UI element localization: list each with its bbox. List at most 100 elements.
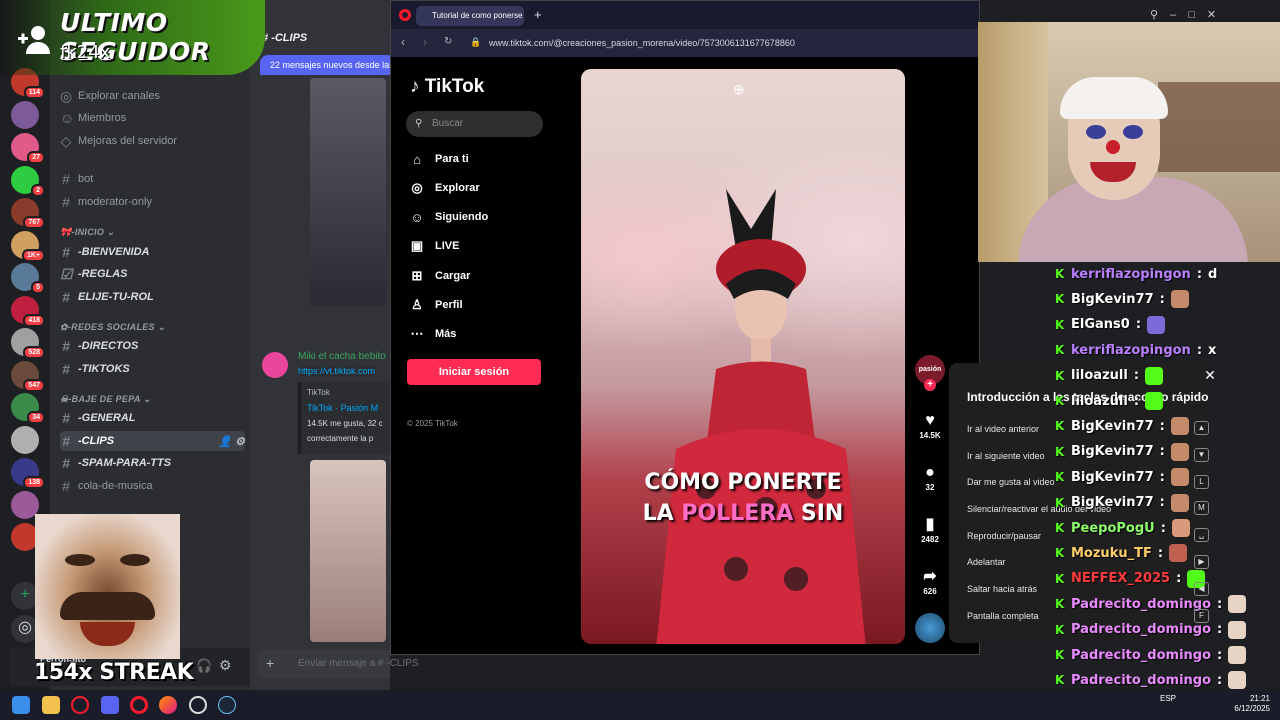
channel-clips[interactable]: # -CLIPS 👤 ⚙ (60, 431, 245, 451)
zoom-icon[interactable]: ⊕ (733, 81, 745, 98)
channel-moderator[interactable]: # moderator-only (60, 192, 245, 212)
steam-icon[interactable] (218, 696, 236, 714)
comment-button[interactable]: ● 32 (913, 463, 947, 492)
opera-icon[interactable] (130, 696, 148, 714)
search-icon[interactable]: ⚲ (1150, 9, 1170, 21)
chat-username[interactable]: BigKevin77 (1071, 495, 1154, 510)
compass-icon: ◎ (60, 87, 73, 104)
server-icon[interactable]: 547 (11, 360, 45, 392)
settings-icon[interactable]: ⚙ (219, 657, 232, 674)
chat-username[interactable]: BigKevin77 (1071, 292, 1154, 307)
login-button[interactable]: Iniciar sesión (407, 359, 541, 385)
new-tab-icon[interactable]: + (534, 7, 542, 22)
keyboard-language[interactable]: ESP (1160, 694, 1176, 704)
search-input[interactable]: ⚲ Buscar (406, 111, 543, 137)
chat-username[interactable]: BigKevin77 (1071, 419, 1154, 434)
category-inicio[interactable]: 🎀-INICIO ⌄ (60, 227, 115, 238)
channel-directos[interactable]: # -DIRECTOS (60, 336, 245, 356)
video-player[interactable]: ⊕ CÓMO PONERTE LA POLLERA SIN (581, 69, 905, 644)
category-pepa[interactable]: ☠-BAJE DE PEPA ⌄ (60, 394, 151, 405)
file-explorer-icon[interactable] (42, 696, 60, 714)
chat-username[interactable]: PeepoPogU (1071, 521, 1155, 536)
chat-username[interactable]: Padrecito_domingo (1071, 648, 1211, 663)
server-icon[interactable]: 767 (11, 198, 45, 229)
opera-gx-icon[interactable] (71, 696, 89, 714)
nav-para-ti[interactable]: ⌂ Para ti (409, 148, 469, 170)
like-button[interactable]: ♥ 14.5K (913, 411, 947, 440)
chat-username[interactable]: NEFFEX_2025 (1071, 571, 1170, 586)
chat-username[interactable]: liloazull (1071, 394, 1128, 409)
nav-siguiendo[interactable]: ☺ Siguiendo (409, 206, 488, 228)
message-link[interactable]: https://vt.tiktok.com (298, 366, 376, 376)
channel-roles[interactable]: # ELIJE-TU-ROL (60, 287, 245, 307)
server-icon[interactable]: 34 (11, 393, 45, 424)
close-icon[interactable]: ✕ (1196, 367, 1224, 387)
tiktok-logo[interactable]: ♪ TikTok (410, 76, 484, 98)
server-icon[interactable]: 1K+ (11, 230, 45, 262)
headphones-icon[interactable]: 🎧 (196, 658, 212, 674)
chat-username[interactable]: kerriflazopingon (1071, 267, 1191, 282)
reload-icon[interactable]: ↻ (444, 36, 452, 47)
windows-start-icon[interactable] (12, 696, 30, 714)
server-icon[interactable]: 418 (11, 295, 45, 327)
channel-music[interactable]: # cola-de-musica (60, 476, 245, 496)
nav-cargar[interactable]: ⊞ Cargar (409, 265, 471, 287)
chat-username[interactable]: BigKevin77 (1071, 470, 1154, 485)
channel-members[interactable]: ☺ Miembros (60, 108, 245, 128)
chat-username[interactable]: liloazull (1071, 368, 1128, 383)
nav-explorar[interactable]: ◎ Explorar (409, 177, 479, 199)
chat-username[interactable]: BigKevin77 (1071, 444, 1154, 459)
server-icon[interactable]: 138 (11, 458, 45, 489)
music-disc[interactable] (915, 613, 945, 643)
channel-reglas[interactable]: ☑ -REGLAS (60, 264, 245, 284)
channel-spam[interactable]: # -SPAM-PARA-TTS (60, 453, 245, 473)
add-attachment-icon[interactable]: + (266, 655, 274, 671)
share-button[interactable]: ➦ 626 (913, 567, 947, 596)
channel-explore[interactable]: ◎ Explorar canales (60, 86, 245, 106)
chat-username[interactable]: Padrecito_domingo (1071, 673, 1211, 688)
chat-username[interactable]: ElGans0 (1071, 317, 1130, 332)
maximize-icon[interactable]: □ (1188, 9, 1207, 21)
channel-bot[interactable]: # bot (60, 169, 245, 189)
server-icon[interactable]: 5 (11, 263, 45, 294)
server-icon[interactable] (11, 425, 39, 454)
channel-tiktoks[interactable]: # -TIKTOKS (60, 359, 245, 379)
category-redes[interactable]: ✿-REDES SOCIALES ⌄ (60, 322, 166, 333)
browser-tab[interactable]: Tutorial de como ponerse (416, 6, 524, 26)
settings-icon[interactable]: 👤 ⚙ (218, 435, 245, 448)
server-icon[interactable]: 528 (11, 328, 45, 359)
channel-general[interactable]: # -GENERAL (60, 408, 245, 428)
avatar[interactable] (262, 352, 288, 378)
embed-title[interactable]: TikTok · Pasión M (307, 403, 384, 413)
firefox-icon[interactable] (159, 696, 177, 714)
message-author[interactable]: Miki el cacha bebito (298, 351, 386, 362)
chat-username[interactable]: Padrecito_domingo (1071, 622, 1211, 637)
channel-bienvenida[interactable]: # -BIENVENIDA (60, 242, 245, 262)
nav-perfil[interactable]: ♙ Perfil (409, 294, 462, 316)
close-icon[interactable]: ✕ (1207, 9, 1228, 21)
nav-live[interactable]: ▣ LIVE (409, 235, 460, 257)
message-input[interactable]: + Enviar mensaje a # -CLIPS (258, 650, 419, 678)
new-messages-banner[interactable]: 22 mensajes nuevos desde las (260, 55, 395, 75)
server-icon[interactable]: 27 (11, 133, 45, 164)
server-icon[interactable] (11, 100, 39, 129)
window-controls[interactable]: ⚲–□✕ (1150, 8, 1228, 21)
opera-icon[interactable] (399, 9, 411, 21)
discord-icon[interactable] (101, 696, 119, 714)
creator-avatar[interactable]: pasión + (913, 355, 947, 391)
channel-boosts[interactable]: ◇ Mejoras del servidor (60, 131, 245, 151)
clip-thumbnail[interactable] (310, 78, 386, 306)
server-icon[interactable]: 2 (11, 165, 45, 197)
save-button[interactable]: ▮ 2482 (913, 515, 947, 544)
nav-mas[interactable]: ⋯ Más (409, 323, 457, 345)
minimize-icon[interactable]: – (1170, 9, 1188, 21)
obs-icon[interactable] (189, 696, 207, 714)
chat-username[interactable]: kerriflazopingon (1071, 343, 1191, 358)
clock[interactable]: 21:21 6/12/2025 (1232, 694, 1270, 714)
chat-username[interactable]: Padrecito_domingo (1071, 597, 1211, 612)
url-field[interactable]: www.tiktok.com/@creaciones_pasion_morena… (489, 38, 795, 48)
forward-icon[interactable]: › (423, 35, 427, 49)
embed-thumbnail[interactable] (310, 460, 386, 642)
back-icon[interactable]: ‹ (401, 35, 405, 49)
chat-username[interactable]: Mozuku_TF (1071, 546, 1152, 561)
